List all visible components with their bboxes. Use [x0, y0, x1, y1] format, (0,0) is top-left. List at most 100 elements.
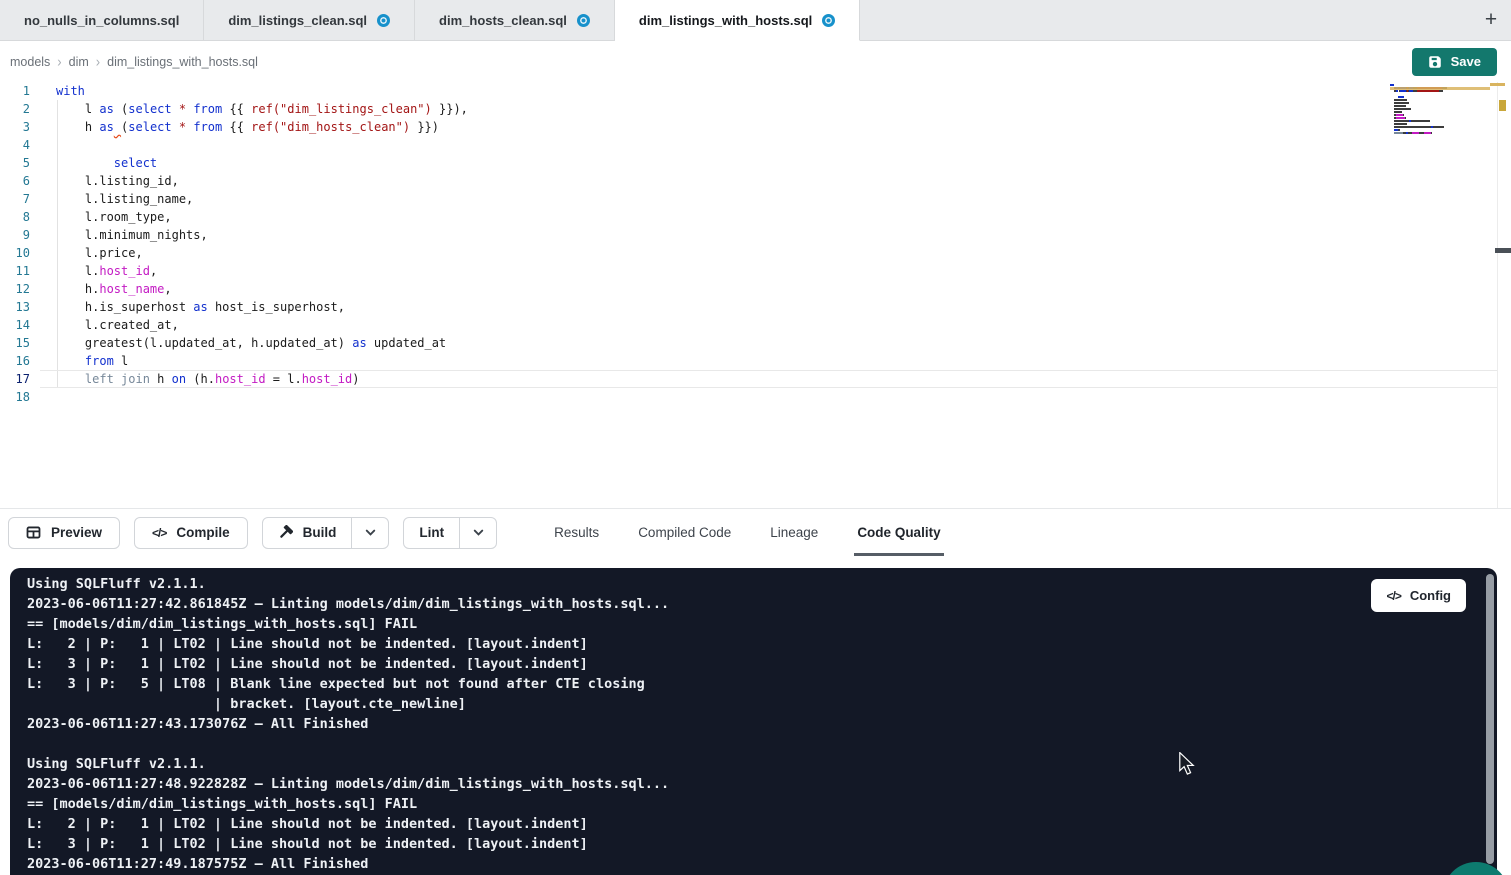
- minimap-line: [1390, 135, 1490, 137]
- line-number: 8: [0, 208, 30, 226]
- terminal-line: == [models/dim/dim_listings_with_hosts.s…: [27, 794, 1497, 814]
- code-token: [56, 210, 85, 224]
- code-line-text: l.minimum_nights,: [30, 226, 208, 244]
- tab-code-quality[interactable]: Code Quality: [854, 509, 943, 556]
- code-line[interactable]: 13 h.is_superhost as host_is_superhost,: [0, 298, 1497, 316]
- line-number: 14: [0, 316, 30, 334]
- compile-button[interactable]: </> Compile: [134, 517, 248, 549]
- results-tab-bar: Results Compiled Code Lineage Code Quality: [551, 509, 943, 556]
- minimap-token: [1431, 132, 1432, 134]
- new-tab-button[interactable]: +: [1471, 0, 1511, 40]
- config-button[interactable]: </> Config: [1371, 579, 1466, 612]
- minimap[interactable]: [1390, 84, 1490, 138]
- code-line-text: l.created_at,: [30, 316, 179, 334]
- code-token: l.listing_id,: [85, 174, 179, 188]
- breadcrumb-segment[interactable]: dim_listings_with_hosts.sql: [107, 55, 258, 69]
- tab-compiled-code[interactable]: Compiled Code: [635, 509, 734, 556]
- code-line[interactable]: 11 l.host_id,: [0, 262, 1497, 280]
- code-icon: </>: [152, 526, 166, 540]
- editor-tab[interactable]: no_nulls_in_columns.sql: [0, 0, 204, 40]
- save-button[interactable]: Save: [1412, 48, 1497, 76]
- code-line[interactable]: 8 l.room_type,: [0, 208, 1497, 226]
- breadcrumb-segment[interactable]: models: [10, 55, 50, 69]
- code-line[interactable]: 14 l.created_at,: [0, 316, 1497, 334]
- line-number: 1: [0, 82, 30, 100]
- preview-label: Preview: [51, 525, 102, 540]
- line-number: 16: [0, 352, 30, 370]
- terminal-line: [27, 734, 1497, 754]
- code-line[interactable]: 7 l.listing_name,: [0, 190, 1497, 208]
- overview-ruler: [1497, 82, 1511, 508]
- code-line[interactable]: 3 h as (select * from {{ ref("dim_hosts_…: [0, 118, 1497, 136]
- code-line[interactable]: 2 l as (select * from {{ ref("dim_listin…: [0, 100, 1497, 118]
- terminal-line: 2023-06-06T11:27:43.173076Z – All Finish…: [27, 714, 1497, 734]
- code-line[interactable]: 4: [0, 136, 1497, 154]
- terminal-line: L: 2 | P: 1 | LT02 | Line should not be …: [27, 814, 1497, 834]
- code-line[interactable]: 5 select: [0, 154, 1497, 172]
- code-token: updated_at: [367, 336, 446, 350]
- minimap-line: [1390, 84, 1490, 86]
- code-token: host_is_superhost,: [208, 300, 345, 314]
- code-token: [56, 174, 85, 188]
- build-label: Build: [303, 525, 337, 540]
- minimap-token: [1398, 96, 1404, 98]
- line-number: 18: [0, 388, 30, 406]
- breadcrumb-segment[interactable]: dim: [69, 55, 89, 69]
- file-header: models›dim›dim_listings_with_hosts.sql S…: [0, 41, 1511, 82]
- editor-tab[interactable]: dim_hosts_clean.sql: [415, 0, 615, 40]
- preview-button[interactable]: Preview: [8, 517, 120, 549]
- code-token: h.: [85, 282, 99, 296]
- code-line[interactable]: 18: [0, 388, 1497, 406]
- code-token: left join: [85, 372, 150, 386]
- minimap-line: [1390, 93, 1490, 95]
- lint-button[interactable]: Lint: [404, 518, 459, 548]
- code-token: (h.: [186, 372, 215, 386]
- line-number: 12: [0, 280, 30, 298]
- code-line[interactable]: 12 h.host_name,: [0, 280, 1497, 298]
- terminal-line: L: 3 | P: 5 | LT08 | Blank line expected…: [27, 674, 1497, 694]
- minimap-token: [1394, 126, 1431, 128]
- minimap-line: [1390, 111, 1490, 113]
- build-options-button[interactable]: [351, 518, 388, 548]
- code-editor[interactable]: 1with2 l as (select * from {{ ref("dim_l…: [0, 82, 1511, 508]
- terminal-line: Using SQLFluff v2.1.1.: [27, 754, 1497, 774]
- code-token: select: [128, 102, 171, 116]
- minimap-token: [1403, 114, 1404, 116]
- editor-tab[interactable]: dim_listings_clean.sql: [204, 0, 415, 40]
- terminal-line: L: 2 | P: 1 | LT02 | Line should not be …: [27, 634, 1497, 654]
- tab-lineage[interactable]: Lineage: [767, 509, 821, 556]
- terminal-line: L: 3 | P: 1 | LT02 | Line should not be …: [27, 834, 1497, 854]
- code-token: [56, 372, 85, 386]
- config-label: Config: [1410, 588, 1451, 603]
- code-line[interactable]: 6 l.listing_id,: [0, 172, 1497, 190]
- code-token: select: [114, 156, 157, 170]
- editor-tab[interactable]: dim_listings_with_hosts.sql: [615, 0, 860, 41]
- code-token: [56, 354, 85, 368]
- unsaved-changes-icon: [577, 14, 590, 27]
- code-token: l: [114, 354, 128, 368]
- lint-options-button[interactable]: [459, 518, 496, 548]
- save-icon: [1428, 55, 1442, 69]
- build-button[interactable]: Build: [263, 518, 352, 548]
- tab-label: dim_listings_clean.sql: [228, 13, 367, 28]
- code-token: ref("dim_hosts_clean"): [251, 120, 410, 134]
- minimap-token: [1390, 96, 1398, 98]
- code-token: as: [99, 120, 113, 134]
- code-token: l.price,: [85, 246, 143, 260]
- code-line[interactable]: 1with: [0, 82, 1497, 100]
- terminal-scrollbar[interactable]: [1486, 574, 1494, 864]
- line-number: 15: [0, 334, 30, 352]
- code-token: l.minimum_nights,: [85, 228, 208, 242]
- code-line[interactable]: 17 left join h on (h.host_id = l.host_id…: [0, 370, 1497, 388]
- minimap-token: [1398, 129, 1400, 131]
- line-number: 13: [0, 298, 30, 316]
- code-token: [56, 264, 85, 278]
- code-line[interactable]: 10 l.price,: [0, 244, 1497, 262]
- minimap-token: [1394, 120, 1409, 122]
- tab-results[interactable]: Results: [551, 509, 602, 556]
- code-line[interactable]: 9 l.minimum_nights,: [0, 226, 1497, 244]
- code-line[interactable]: 16 from l: [0, 352, 1497, 370]
- code-token: select: [128, 120, 171, 134]
- code-line[interactable]: 15 greatest(l.updated_at, h.updated_at) …: [0, 334, 1497, 352]
- minimap-line: [1390, 108, 1490, 110]
